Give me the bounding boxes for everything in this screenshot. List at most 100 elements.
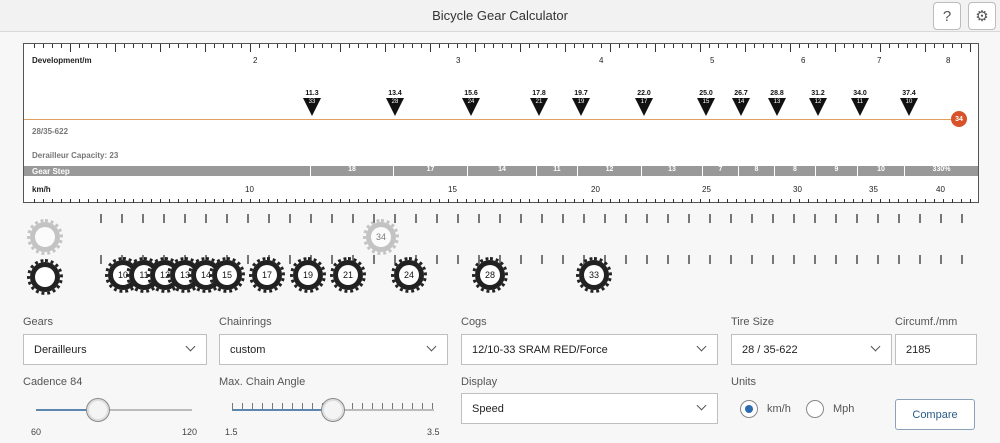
gear-marker[interactable]: 28.8 13	[768, 90, 786, 116]
scale-tick	[898, 255, 900, 264]
slider-tick	[242, 403, 243, 409]
settings-button[interactable]: ⚙	[968, 2, 996, 30]
scale-tick	[436, 255, 438, 264]
ruler-tick	[232, 199, 233, 203]
ruler-tick	[709, 199, 710, 203]
ruler-tick	[34, 199, 35, 203]
ruler-tick	[691, 199, 692, 203]
development-tick-label: 2	[253, 56, 258, 65]
development-tick-label: 5	[710, 56, 715, 65]
chain-angle-slider-handle[interactable]	[321, 398, 345, 422]
circumference-input[interactable]: 2185	[895, 334, 977, 365]
gear-marker[interactable]: 13.4 28	[386, 90, 404, 116]
chainrings-select[interactable]: custom	[219, 334, 448, 365]
cog-sprocket[interactable]: 17	[249, 257, 285, 293]
ruler-tick	[133, 199, 134, 203]
cog-sprocket[interactable]: 28	[472, 257, 508, 293]
scale-tick	[730, 214, 732, 223]
scale-tick	[814, 255, 816, 264]
ruler-tick	[412, 44, 413, 48]
ruler-tick	[664, 44, 665, 48]
compare-button[interactable]: Compare	[895, 399, 975, 430]
ruler-tick	[754, 44, 755, 48]
cog-sprocket[interactable]: 15	[209, 257, 245, 293]
gear-marker[interactable]: 25.0 15	[697, 90, 715, 116]
cog-sprocket[interactable]: 21	[330, 257, 366, 293]
speed-tick-label: 10	[245, 185, 254, 194]
slider-tick	[252, 403, 253, 409]
ruler-tick	[106, 44, 107, 48]
gear-marker[interactable]: 17.8 21	[530, 90, 548, 116]
gear-marker[interactable]: 26.7 14	[732, 90, 750, 116]
ruler-tick	[385, 199, 386, 203]
ruler-tick	[862, 199, 863, 203]
scale-tick	[856, 255, 858, 264]
ruler-tick	[142, 199, 143, 203]
tire-size-select[interactable]: 28 / 35-622	[731, 334, 892, 365]
ruler-tick	[880, 44, 881, 52]
ruler-tick	[808, 199, 809, 203]
scale-tick	[709, 255, 711, 264]
chainring-line	[24, 119, 964, 120]
ruler-tick	[268, 199, 269, 203]
ruler-tick	[43, 199, 44, 203]
chainring-sprocket[interactable]: 34	[363, 219, 399, 255]
ruler-tick	[700, 199, 701, 203]
ruler-tick	[655, 44, 656, 52]
gear-marker[interactable]: 37.4 10	[900, 90, 918, 116]
display-select[interactable]: Speed	[461, 393, 718, 424]
ruler-tick	[556, 199, 557, 203]
ruler-tick	[736, 44, 737, 48]
ruler-tick	[295, 44, 296, 52]
ruler-tick	[349, 44, 350, 48]
unit-mph-radio[interactable]	[806, 400, 824, 418]
cog-teeth-label: 24	[399, 265, 419, 285]
ruler-tick	[241, 44, 242, 48]
ruler-tick	[493, 44, 494, 48]
scale-tick	[625, 214, 627, 223]
ruler-tick	[367, 199, 368, 203]
gear-marker[interactable]: 15.6 24	[462, 90, 480, 116]
gear-marker[interactable]: 11.3 33	[303, 90, 321, 116]
gear-marker[interactable]: 31.2 12	[809, 90, 827, 116]
gear-marker-triangle: 28	[386, 98, 404, 116]
help-button[interactable]: ?	[933, 2, 961, 30]
gear-cog-number: 12	[814, 99, 822, 105]
scale-tick	[583, 214, 585, 223]
development-tick-label: 4	[599, 56, 604, 65]
cog-sprocket[interactable]: 33	[576, 257, 612, 293]
cog-sprocket[interactable]: 24	[391, 257, 427, 293]
ruler-tick	[709, 44, 710, 48]
chevron-down-icon	[426, 341, 437, 352]
ruler-tick	[763, 199, 764, 203]
ruler-tick	[511, 199, 512, 203]
cog-teeth-label: 17	[257, 265, 277, 285]
gear-marker[interactable]: 19.7 19	[572, 90, 590, 116]
gear-marker[interactable]: 34.0 11	[851, 90, 869, 116]
slider-tick	[382, 403, 383, 409]
cogs-select[interactable]: 12/10-33 SRAM RED/Force	[461, 334, 718, 365]
unit-kmh-radio[interactable]	[740, 400, 758, 418]
ruler-tick	[601, 44, 602, 48]
cog-sprocket[interactable]: 19	[290, 257, 326, 293]
ruler-tick	[313, 199, 314, 203]
scale-tick	[562, 255, 564, 264]
circumference-label: Circumf./mm	[895, 316, 958, 328]
gears-select[interactable]: Derailleurs	[23, 334, 207, 365]
ruler-tick	[241, 199, 242, 203]
speed-label: km/h	[32, 185, 51, 194]
ruler-tick	[565, 199, 566, 203]
ruler-tick	[475, 44, 476, 52]
ruler-tick	[340, 44, 341, 52]
cog-teeth-label: 15	[217, 265, 237, 285]
cadence-slider-handle[interactable]	[86, 398, 111, 422]
gear-development-value: 34.0	[853, 90, 867, 97]
gear-marker[interactable]: 22.0 17	[635, 90, 653, 116]
ruler-tick	[439, 44, 440, 48]
ruler-tick	[592, 199, 593, 203]
ruler-tick	[448, 44, 449, 48]
ruler-tick	[259, 44, 260, 48]
chain-angle-max: 3.5	[427, 427, 440, 437]
gear-step-value: 8	[738, 166, 774, 176]
gear-step-value: 8	[774, 166, 815, 176]
